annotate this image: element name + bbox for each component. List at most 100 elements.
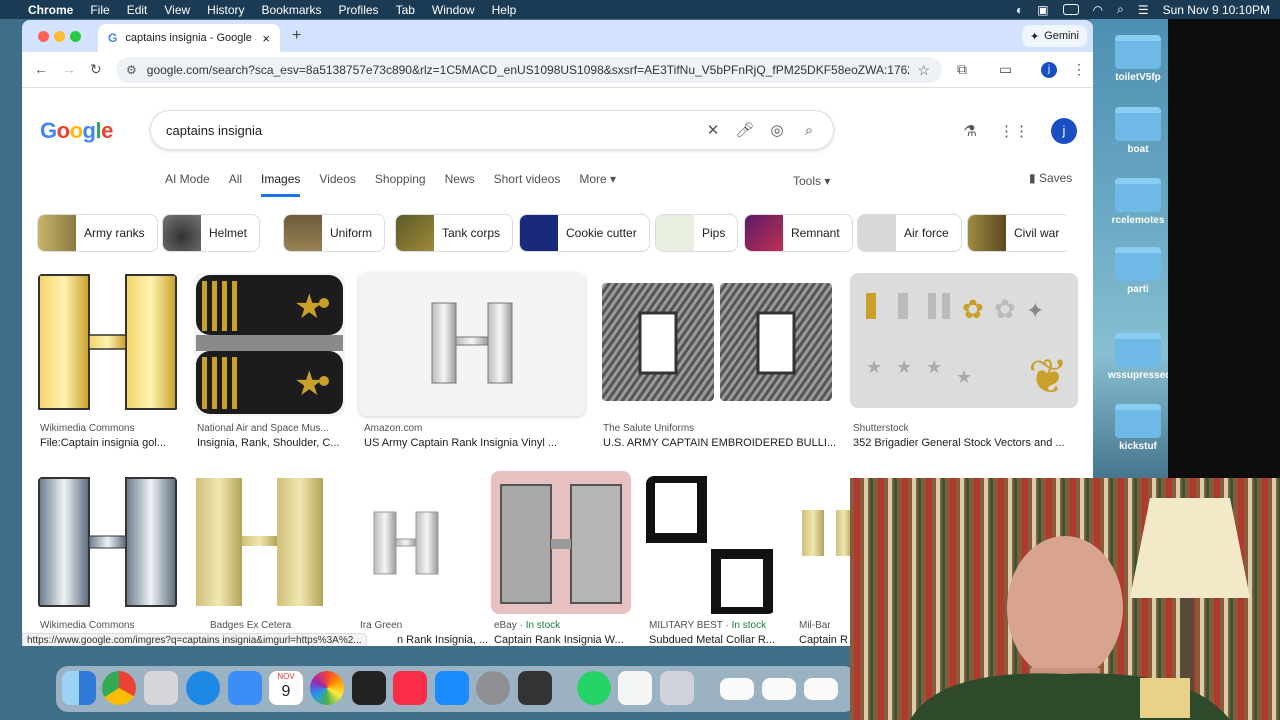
desktop-folder[interactable]: kickstuf (1108, 404, 1168, 452)
minimized-window-thumbnail[interactable] (762, 678, 796, 700)
desktop-folder[interactable]: boat (1108, 107, 1168, 155)
clock[interactable]: Sun Nov 9 10:10PM (1163, 3, 1270, 17)
menu-help[interactable]: Help (492, 3, 517, 17)
camera-app-icon[interactable] (352, 671, 386, 705)
tab-images[interactable]: Images (261, 172, 301, 197)
iphone-mirroring-icon[interactable] (518, 671, 552, 705)
finder-icon[interactable] (62, 671, 96, 705)
menu-bookmarks[interactable]: Bookmarks (262, 3, 322, 17)
result-thumbnail[interactable] (359, 273, 585, 416)
lens-search-icon[interactable]: ◎ (761, 121, 793, 139)
account-avatar[interactable]: j (1051, 118, 1077, 144)
tab-more[interactable]: More ▾ (579, 172, 616, 197)
vpn-icon[interactable]: ◐ (1016, 3, 1023, 17)
result-caption[interactable]: n Rank Insignia, ... (397, 634, 497, 646)
calendar-icon[interactable]: NOV 9 (269, 671, 303, 705)
menu-window[interactable]: Window (432, 3, 475, 17)
result-caption[interactable]: 352 Brigadier General Stock Vectors and … (853, 437, 1081, 449)
zoom-window-button[interactable] (70, 31, 81, 42)
result-caption[interactable]: Captain R (799, 634, 855, 646)
result-thumbnail[interactable] (646, 476, 776, 614)
result-thumbnail[interactable] (796, 476, 852, 614)
menu-edit[interactable]: Edit (127, 3, 148, 17)
chip-air-force[interactable]: Air force (857, 214, 962, 252)
menu-app-name[interactable]: Chrome (28, 3, 73, 17)
menu-profiles[interactable]: Profiles (339, 3, 379, 17)
menu-view[interactable]: View (164, 3, 190, 17)
chip-pips[interactable]: Pips (655, 214, 739, 252)
mail-icon[interactable] (228, 671, 262, 705)
search-icon[interactable]: ⌕ (793, 122, 825, 139)
chip-uniform[interactable]: Uniform (283, 214, 386, 252)
close-tab-icon[interactable]: × (262, 31, 270, 46)
menu-file[interactable]: File (90, 3, 109, 17)
search-box[interactable]: captains insignia ✕ 🎤︎ ◎ ⌕ (150, 110, 834, 150)
result-thumbnail[interactable] (37, 476, 178, 609)
chip-army-ranks[interactable]: Army ranks (37, 214, 158, 252)
menu-history[interactable]: History (207, 3, 244, 17)
chip-tank-corps[interactable]: Tank corps (395, 214, 514, 252)
desktop-folder[interactable]: parti (1108, 247, 1168, 295)
control-center-icon[interactable]: ☰ (1138, 3, 1149, 17)
apps-grid-icon[interactable]: ⋮⋮ (999, 122, 1029, 140)
wifi-icon[interactable]: ◠ (1093, 3, 1103, 17)
result-caption[interactable]: Insignia, Rank, Shoulder, C... (197, 437, 347, 449)
safari-icon[interactable] (186, 671, 220, 705)
desktop-folder[interactable]: rcelemotes (1108, 178, 1168, 226)
google-logo[interactable]: Google (40, 118, 113, 144)
saves-button[interactable]: ▮ Saves (1029, 171, 1072, 185)
photos-icon[interactable] (310, 671, 344, 705)
chip-remnant[interactable]: Remnant (744, 214, 853, 252)
kebab-menu-icon[interactable]: ⋮ (1072, 61, 1086, 78)
close-window-button[interactable] (38, 31, 49, 42)
whatsapp-icon[interactable] (577, 671, 611, 705)
profile-avatar[interactable]: j (1041, 62, 1057, 78)
desktop-folder[interactable]: toiletV5fp (1108, 35, 1168, 83)
result-caption[interactable]: US Army Captain Rank Insignia Vinyl ... (364, 437, 590, 449)
tab-all[interactable]: All (229, 172, 242, 197)
chip-civil-war[interactable]: Civil war (967, 214, 1067, 252)
preview-icon[interactable] (660, 671, 694, 705)
spotlight-icon[interactable]: ⌕ (1117, 2, 1124, 17)
bookmark-star-icon[interactable]: ☆ (917, 62, 930, 79)
result-thumbnail[interactable] (194, 476, 325, 609)
tab-news[interactable]: News (445, 172, 475, 197)
result-thumbnail[interactable]: ✿ ✿ ✦ ★ ★ ★ ★ ❦ (850, 273, 1078, 408)
result-caption[interactable]: U.S. ARMY CAPTAIN EMBROIDERED BULLI... (603, 437, 839, 449)
result-thumbnail[interactable] (491, 471, 631, 614)
textedit-icon[interactable] (618, 671, 652, 705)
minimized-window-thumbnail[interactable] (804, 678, 838, 700)
result-thumbnail[interactable]: ★ ★ (194, 273, 345, 416)
minimized-window-thumbnail[interactable] (720, 678, 754, 700)
site-info-icon[interactable]: ⚙ (126, 63, 137, 77)
forward-icon[interactable]: → (62, 61, 76, 77)
result-caption[interactable]: Captain Rank Insignia W... (494, 634, 634, 646)
labs-icon[interactable]: ⚗ (964, 122, 977, 140)
result-thumbnail[interactable] (600, 273, 834, 413)
result-thumbnail[interactable] (344, 476, 474, 609)
chip-helmet[interactable]: Helmet (162, 214, 261, 252)
tab-short-videos[interactable]: Short videos (494, 172, 561, 197)
extensions-icon[interactable]: ⧉ (957, 61, 967, 78)
tab-videos[interactable]: Videos (319, 172, 355, 197)
menu-tab[interactable]: Tab (396, 3, 415, 17)
result-caption[interactable]: Subdued Metal Collar R... (649, 634, 779, 646)
back-icon[interactable]: ← (34, 61, 48, 77)
screen-record-icon[interactable]: ▣ (1037, 3, 1048, 17)
chrome-icon[interactable] (102, 671, 136, 705)
reload-icon[interactable]: ↻ (90, 61, 102, 78)
gemini-button[interactable]: ✦ Gemini (1021, 25, 1087, 47)
address-bar[interactable]: ⚙ google.com/search?sca_esv=8a5138757e73… (116, 57, 942, 83)
app-store-icon[interactable] (435, 671, 469, 705)
tab-search-icon[interactable]: ▭ (999, 61, 1012, 78)
desktop-folder[interactable]: wssupressed (1108, 333, 1171, 381)
music-icon[interactable] (393, 671, 427, 705)
voice-search-icon[interactable]: 🎤︎ (729, 121, 761, 139)
launchpad-icon[interactable] (144, 671, 178, 705)
system-settings-icon[interactable] (476, 671, 510, 705)
battery-icon[interactable] (1062, 4, 1079, 15)
result-thumbnail[interactable] (37, 273, 178, 413)
tab-ai-mode[interactable]: AI Mode (165, 172, 210, 197)
chip-cookie-cutter[interactable]: Cookie cutter (519, 214, 650, 252)
new-tab-icon[interactable]: + (292, 27, 301, 45)
